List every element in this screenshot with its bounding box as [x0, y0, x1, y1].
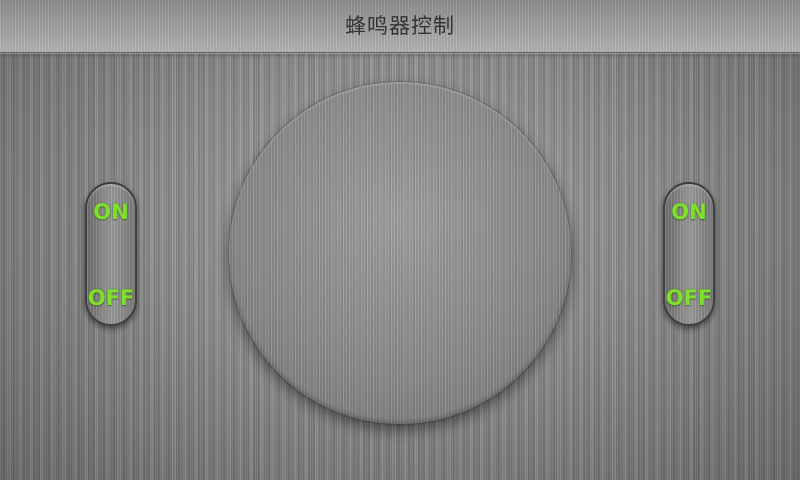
right-toggle-switch[interactable]: ON OFF — [663, 182, 715, 326]
left-switch-on-label[interactable]: ON — [87, 200, 135, 224]
right-switch-on-label[interactable]: ON — [665, 200, 713, 224]
left-switch-off-label[interactable]: OFF — [87, 286, 135, 310]
buzzer-knob-button[interactable] — [229, 82, 571, 424]
left-toggle-switch[interactable]: ON OFF — [85, 182, 137, 326]
right-switch-off-label[interactable]: OFF — [665, 286, 713, 310]
page-title: 蜂鸣器控制 — [345, 14, 455, 38]
title-bar: 蜂鸣器控制 — [0, 0, 800, 53]
